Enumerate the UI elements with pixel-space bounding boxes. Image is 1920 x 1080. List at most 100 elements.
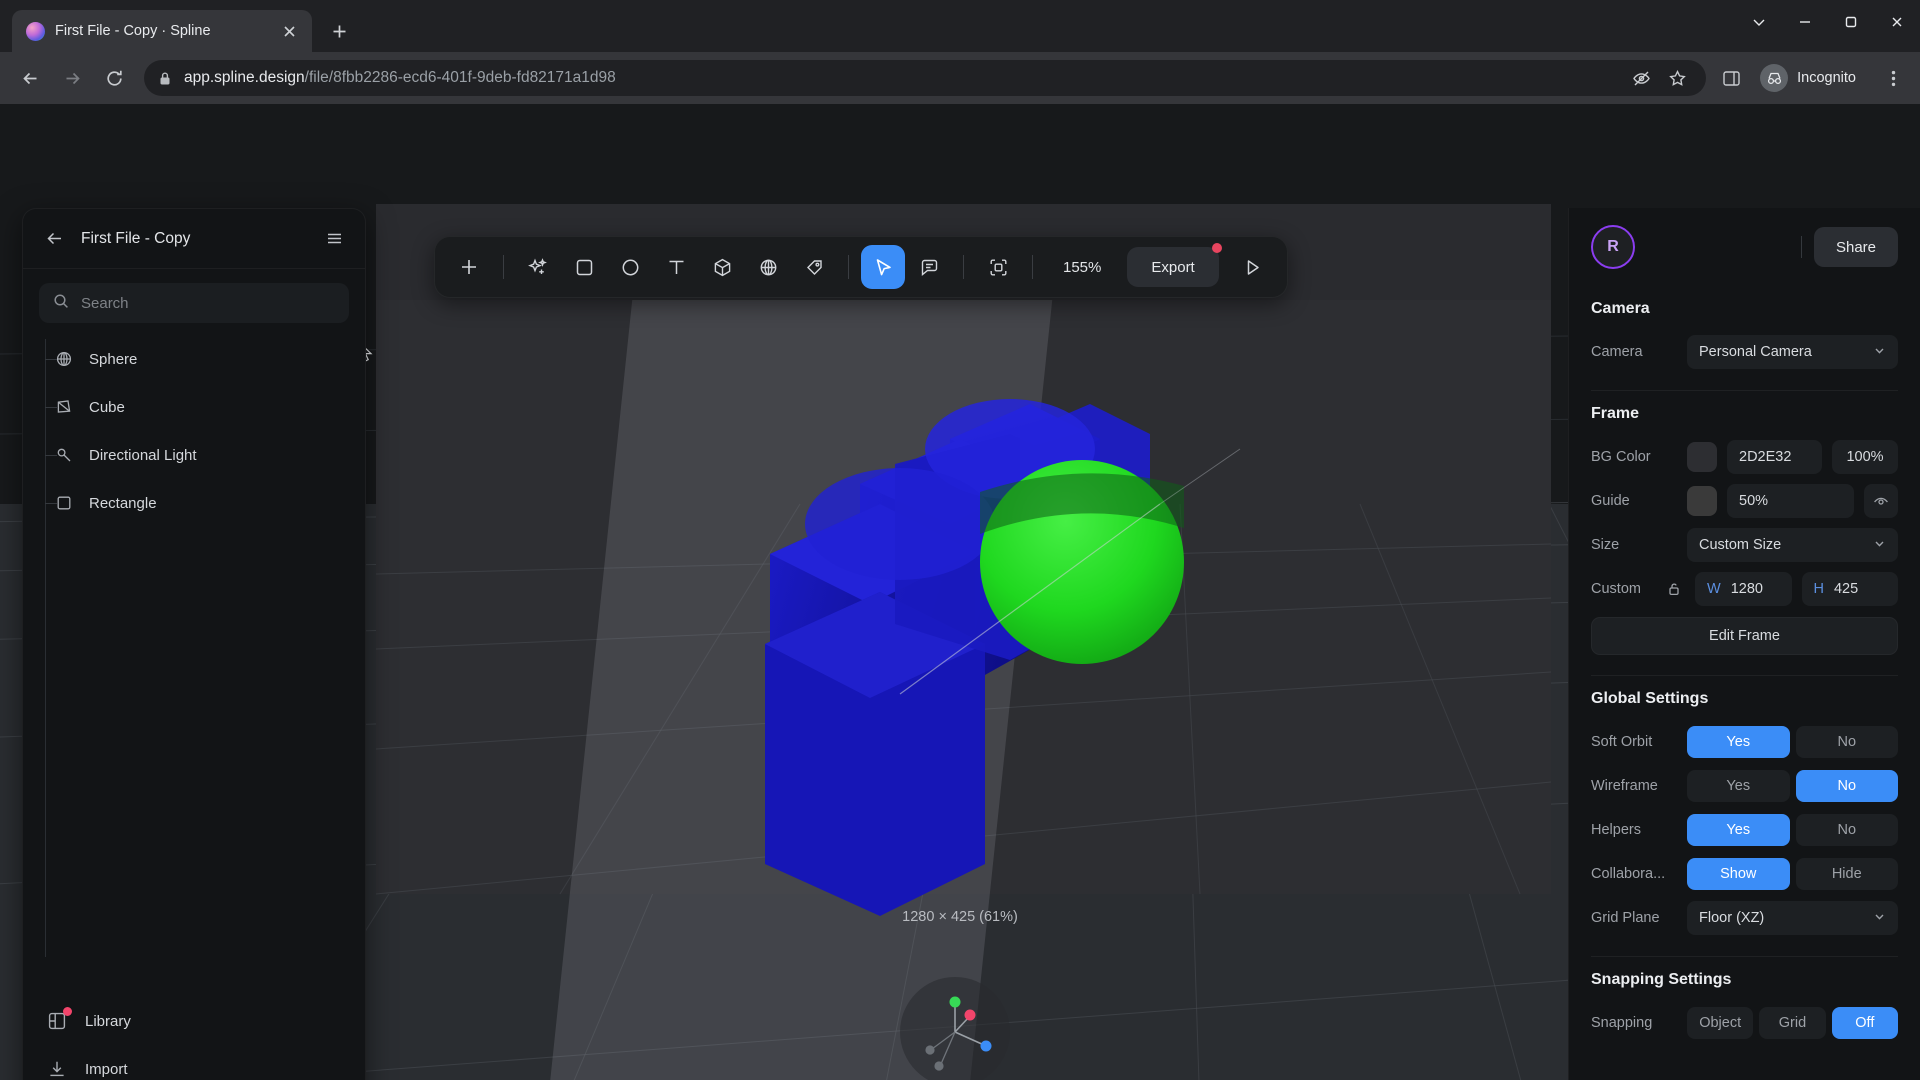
circle-icon[interactable] [608, 245, 652, 289]
grid-plane-value: Floor (XZ) [1699, 910, 1765, 926]
forward-arrow-icon[interactable] [52, 58, 92, 98]
grid-plane-select[interactable]: Floor (XZ) [1687, 901, 1898, 935]
play-icon[interactable] [1231, 245, 1275, 289]
snapping-toggle[interactable]: Object Grid Off [1687, 1007, 1898, 1039]
add-icon[interactable] [447, 245, 491, 289]
minimize-icon[interactable] [1782, 2, 1828, 42]
soft-orbit-no[interactable]: No [1795, 726, 1898, 758]
eye-icon[interactable] [1864, 484, 1898, 518]
lock-icon [158, 71, 172, 86]
soft-orbit-yes[interactable]: Yes [1687, 726, 1790, 758]
text-icon[interactable] [654, 245, 698, 289]
toolbar-divider-4 [1032, 255, 1033, 279]
frame-width-field[interactable]: W 1280 [1695, 572, 1792, 606]
import-icon [45, 1057, 69, 1080]
wireframe-toggle[interactable]: Yes No [1687, 770, 1898, 802]
share-button[interactable]: Share [1813, 227, 1898, 267]
sidebar-item-library[interactable]: Library [23, 997, 365, 1045]
back-arrow-icon[interactable] [10, 58, 50, 98]
back-arrow-icon[interactable] [41, 226, 67, 252]
lock-open-icon[interactable] [1663, 581, 1685, 597]
cube-icon[interactable] [700, 245, 744, 289]
layers-panel: First File - Copy Search Sphere Cube Dir… [22, 208, 366, 1080]
camera-select[interactable]: Personal Camera [1687, 335, 1898, 369]
cursor-pointer-icon[interactable] [861, 245, 905, 289]
size-row: Size Custom Size [1591, 527, 1898, 563]
collaborators-row: Collabora... Show Hide [1591, 856, 1898, 892]
bg-color-hex-field[interactable]: 2D2E32 [1727, 440, 1822, 474]
helpers-yes[interactable]: Yes [1687, 814, 1790, 846]
edit-frame-button[interactable]: Edit Frame [1591, 617, 1898, 655]
floating-toolbar[interactable]: 155% Export [434, 236, 1288, 298]
camera-value: Personal Camera [1699, 344, 1812, 360]
orbit-gizmo[interactable] [900, 977, 1010, 1080]
wireframe-no[interactable]: No [1795, 770, 1898, 802]
guide-opacity-field[interactable]: 50% [1727, 484, 1854, 518]
chevron-down-icon [1873, 537, 1886, 554]
layer-item-sphere[interactable]: Sphere [23, 335, 365, 383]
tag-icon[interactable] [792, 245, 836, 289]
grid-plane-row: Grid Plane Floor (XZ) [1591, 900, 1898, 936]
close-icon[interactable] [278, 20, 300, 42]
sphere-icon[interactable] [746, 245, 790, 289]
layer-item-rectangle[interactable]: Rectangle [23, 479, 365, 527]
eye-slash-icon[interactable] [1626, 63, 1656, 93]
frame-icon[interactable] [976, 245, 1020, 289]
incognito-indicator[interactable]: Incognito [1754, 60, 1870, 96]
frame-height-field[interactable]: H 425 [1801, 572, 1898, 606]
search-field[interactable] [39, 283, 349, 323]
tab-strip: First File - Copy · Spline [0, 0, 1736, 52]
height-value: 425 [1833, 581, 1859, 597]
side-panel-icon[interactable] [1716, 63, 1746, 93]
hamburger-menu-icon[interactable] [321, 226, 347, 252]
square-icon[interactable] [562, 245, 606, 289]
camera-section-title: Camera [1591, 300, 1650, 317]
section-divider-3 [1591, 956, 1898, 957]
size-select[interactable]: Custom Size [1687, 528, 1898, 562]
collaborators-show[interactable]: Show [1687, 858, 1790, 890]
layer-item-directional-light[interactable]: Directional Light [23, 431, 365, 479]
chevron-down-icon [1873, 344, 1886, 361]
avatar[interactable]: R [1591, 225, 1635, 269]
wireframe-yes[interactable]: Yes [1687, 770, 1790, 802]
collaborators-toggle[interactable]: Show Hide [1687, 858, 1898, 890]
bg-color-swatch[interactable] [1687, 442, 1717, 472]
ai-sparkle-icon[interactable] [516, 245, 560, 289]
extension-icons [1716, 63, 1746, 93]
maximize-icon[interactable] [1828, 2, 1874, 42]
chevron-down-icon[interactable] [1736, 2, 1782, 42]
snapping-object[interactable]: Object [1687, 1007, 1754, 1039]
frame-section-title: Frame [1591, 405, 1640, 422]
zoom-level-label[interactable]: 155% [1045, 259, 1119, 276]
browser-tab[interactable]: First File - Copy · Spline [12, 10, 312, 52]
section-divider [1591, 390, 1898, 391]
snapping-grid[interactable]: Grid [1759, 1007, 1826, 1039]
url-text: app.spline.design/file/8fbb2286-ecd6-401… [184, 69, 616, 87]
size-label: Size [1591, 537, 1620, 553]
custom-size-row: Custom W 1280 H 425 [1591, 571, 1898, 607]
incognito-label: Incognito [1797, 70, 1856, 86]
soft-orbit-toggle[interactable]: Yes No [1687, 726, 1898, 758]
guide-color-swatch[interactable] [1687, 486, 1717, 516]
comment-icon[interactable] [907, 245, 951, 289]
helpers-toggle[interactable]: Yes No [1687, 814, 1898, 846]
bg-color-label: BG Color [1591, 449, 1651, 465]
reload-icon[interactable] [94, 58, 134, 98]
export-label: Export [1151, 258, 1195, 276]
layer-item-cube[interactable]: Cube [23, 383, 365, 431]
export-notification-dot [1211, 243, 1222, 253]
star-icon[interactable] [1662, 63, 1692, 93]
three-dots-icon[interactable] [1876, 61, 1910, 95]
snapping-off[interactable]: Off [1831, 1007, 1898, 1039]
bg-color-row: BG Color 2D2E32 100% [1591, 439, 1898, 475]
export-button[interactable]: Export [1127, 243, 1222, 287]
helpers-no[interactable]: No [1795, 814, 1898, 846]
new-tab-icon[interactable] [322, 14, 356, 48]
bg-color-opacity-field[interactable]: 100% [1832, 440, 1898, 474]
library-notification-dot [63, 1007, 72, 1016]
collaborators-hide[interactable]: Hide [1795, 858, 1898, 890]
address-bar[interactable]: app.spline.design/file/8fbb2286-ecd6-401… [144, 60, 1707, 96]
sidebar-item-import[interactable]: Import [23, 1045, 365, 1080]
search-input[interactable] [81, 294, 335, 312]
window-close-icon[interactable] [1874, 2, 1920, 42]
